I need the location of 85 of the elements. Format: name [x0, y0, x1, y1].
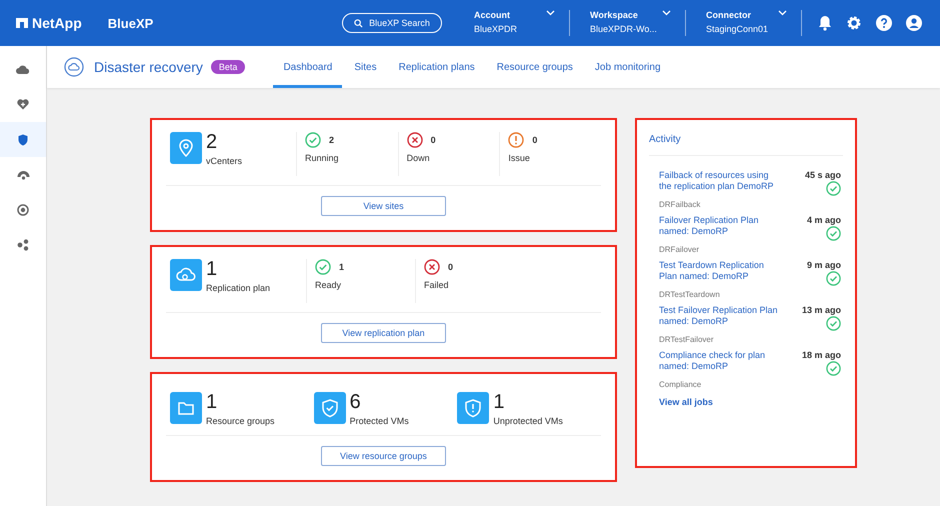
logo-text: NetApp — [32, 15, 82, 31]
target-icon — [17, 204, 29, 216]
product-name: BlueXP — [108, 16, 154, 30]
error-circle-icon — [406, 132, 423, 148]
shield-check-icon — [314, 392, 346, 424]
settings-icon[interactable] — [846, 15, 862, 31]
check-circle-icon — [826, 271, 841, 286]
sidebar-item[interactable] — [0, 122, 46, 157]
warning-circle-icon — [508, 132, 524, 148]
view-button[interactable]: View replication plan — [321, 323, 446, 343]
tab[interactable]: Resource groups — [486, 46, 583, 88]
metric-label: vCenters — [206, 156, 242, 166]
context-selector[interactable]: Connector StagingConn01 — [686, 10, 802, 36]
cloud-icon — [64, 57, 84, 77]
folder-icon — [170, 392, 202, 424]
stat-value: 0 — [448, 262, 454, 272]
tab[interactable]: Sites — [344, 46, 387, 88]
job-time: 4 m ago — [806, 215, 841, 225]
metric-value: 1 — [493, 392, 506, 412]
beta-badge: Beta — [210, 60, 246, 74]
check-circle-icon — [826, 181, 841, 196]
stat-value: 0 — [532, 135, 538, 145]
check-circle-icon — [315, 259, 331, 275]
help-icon[interactable] — [876, 15, 892, 31]
check-circle-icon — [826, 361, 841, 376]
user-icon[interactable] — [906, 15, 922, 31]
metric-value: 1 — [206, 392, 218, 412]
job-time: 13 m ago — [802, 305, 841, 315]
cloud-icon — [16, 64, 30, 74]
stat-label: Issue — [508, 153, 531, 163]
activity-title: Activity — [649, 134, 843, 156]
metric-label: Unprotected VMs — [493, 416, 563, 426]
search-button[interactable]: BlueXP Search — [342, 13, 442, 33]
heart-icon — [17, 99, 29, 110]
shield-alert-icon — [457, 392, 490, 424]
job-type: DRFailback — [659, 200, 702, 209]
stat-value: 1 — [339, 262, 344, 272]
tab[interactable]: Job monitoring — [584, 46, 671, 88]
job-time: 45 s ago — [804, 170, 841, 180]
check-circle-icon — [826, 316, 841, 331]
metric-label: Replication plan — [206, 283, 270, 293]
job-link[interactable]: Compliance check for plan named: DemoRP — [659, 350, 781, 376]
context-selector[interactable]: Account BlueXPDR — [454, 10, 570, 36]
job-type: DRTestTeardown — [659, 290, 721, 299]
job-type: DRTestFailover — [659, 335, 715, 344]
stat-label: Running — [305, 153, 340, 163]
check-circle-icon — [305, 132, 322, 148]
metric-label: Protected VMs — [350, 416, 409, 426]
metric-label: Resource groups — [206, 416, 275, 426]
context-selector[interactable]: Workspace BlueXPDR-Wo... — [570, 10, 686, 36]
page-title: Disaster recovery — [94, 59, 203, 75]
view-all-link[interactable]: View all jobs — [659, 397, 713, 407]
stat-value: 0 — [430, 135, 436, 145]
bell-icon[interactable] — [818, 15, 832, 31]
job-link[interactable]: Test Teardown Replication Plan named: DemoRP — [659, 260, 781, 286]
search-icon — [354, 18, 364, 28]
stat-label: Down — [406, 153, 431, 163]
job-link[interactable]: Test Failover Replication Plan named: DemoRP — [659, 305, 781, 331]
shield-icon — [18, 134, 28, 146]
tab[interactable]: Replication plans — [388, 46, 485, 88]
metric-value: 2 — [206, 132, 218, 152]
check-circle-icon — [826, 226, 841, 241]
stat-label: Ready — [315, 280, 342, 290]
chevron-down-icon — [778, 10, 787, 16]
logo-icon — [16, 18, 28, 28]
view-button[interactable]: View resource groups — [321, 446, 446, 466]
job-time: 9 m ago — [806, 260, 841, 270]
tab[interactable]: Dashboard — [273, 46, 342, 88]
job-type: Compliance — [659, 380, 702, 389]
metric-value: 1 — [206, 259, 218, 279]
chevron-down-icon — [546, 10, 555, 16]
stat-label: Failed — [424, 280, 450, 290]
job-link[interactable]: Failback of resources using the replication plan DemoRP — [659, 170, 781, 196]
job-type: DRFailover — [659, 245, 700, 254]
stat-value: 2 — [329, 135, 334, 145]
gauge-icon — [16, 170, 30, 180]
nodes-icon — [17, 238, 29, 250]
error-circle-icon — [424, 259, 440, 275]
cloud-icon — [170, 259, 202, 291]
view-button[interactable]: View sites — [321, 196, 446, 216]
job-link[interactable]: Failover Replication Plan named: DemoRP — [659, 215, 781, 241]
metric-value: 6 — [350, 392, 362, 412]
location-pin-icon — [170, 132, 202, 164]
chevron-down-icon — [662, 10, 671, 16]
job-time: 18 m ago — [802, 350, 841, 360]
